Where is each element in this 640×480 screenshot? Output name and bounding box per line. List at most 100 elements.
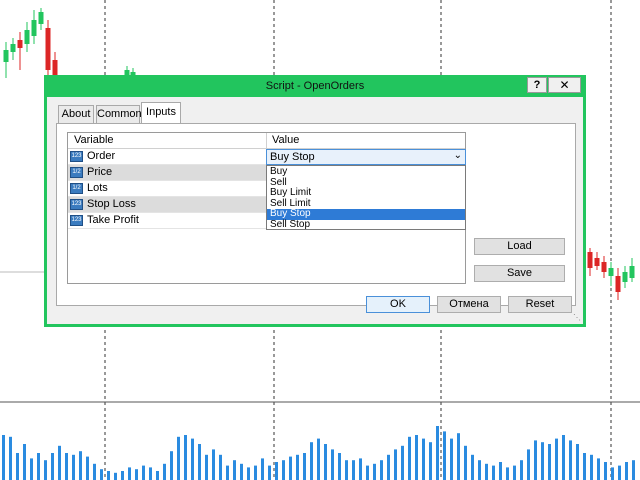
volume-bar — [450, 438, 453, 480]
volume-bar — [247, 467, 250, 480]
volume-bar — [324, 444, 327, 480]
table-row[interactable]: 123 Take Profit — [68, 213, 267, 229]
volume-bar — [506, 467, 509, 480]
volume-bar — [625, 462, 628, 480]
table-row[interactable]: 1/2 Lots — [68, 181, 267, 197]
volume-bar — [597, 458, 600, 480]
inputs-table: Variable Value 123 Order 1/2 Price 1/2 L… — [67, 132, 466, 284]
volume-bar — [149, 467, 152, 480]
volume-bar — [2, 435, 5, 480]
volume-bar — [478, 460, 481, 480]
volume-bar — [142, 465, 145, 480]
volume-bar — [387, 454, 390, 480]
volume-bar — [555, 438, 558, 480]
chevron-down-icon: ⌄ — [453, 150, 462, 161]
candle-body — [10, 44, 16, 52]
reset-button[interactable]: Reset — [508, 296, 572, 313]
volume-bar — [107, 471, 110, 480]
volume-bar — [121, 471, 124, 480]
table-row[interactable]: 123 Stop Loss — [68, 197, 267, 213]
save-button[interactable]: Save — [474, 265, 565, 282]
volume-bar — [93, 463, 96, 480]
volume-bar — [289, 456, 292, 480]
help-button[interactable]: ? — [527, 77, 547, 93]
volume-bar — [9, 436, 12, 480]
dropdown-option-sell-stop[interactable]: Sell Stop — [267, 219, 465, 231]
close-button[interactable]: ✕ — [548, 77, 581, 93]
type-decimal-icon: 1/2 — [70, 167, 83, 178]
volume-bar — [541, 442, 544, 480]
script-dialog: Script - OpenOrders ? ✕ About Common Inp… — [44, 75, 586, 327]
volume-bar — [100, 469, 103, 480]
volume-bar — [359, 458, 362, 480]
volume-bar — [583, 453, 586, 480]
order-dropdown-list: Buy Sell Buy Limit Sell Limit Buy Stop S… — [266, 165, 466, 230]
table-row[interactable]: 1/2 Price — [68, 165, 267, 181]
volume-bar — [184, 435, 187, 480]
volume-bar — [331, 449, 334, 480]
volume-bar — [534, 440, 537, 480]
type-decimal-icon: 1/2 — [70, 183, 83, 194]
volume-bar — [618, 465, 621, 480]
tab-inputs[interactable]: Inputs — [141, 102, 181, 123]
volume-bar — [72, 454, 75, 480]
dropdown-option-buy-stop[interactable]: Buy Stop — [267, 209, 465, 220]
volume-bar — [345, 460, 348, 480]
type-123-icon: 123 — [70, 151, 83, 162]
candle-body — [52, 60, 58, 76]
column-header-variable[interactable]: Variable — [74, 134, 114, 146]
load-button[interactable]: Load — [474, 238, 565, 255]
volume-bar — [457, 433, 460, 480]
volume-histogram — [2, 426, 635, 480]
volume-bar — [303, 453, 306, 480]
volume-bar — [268, 465, 271, 480]
volume-bar — [163, 463, 166, 480]
title-bar[interactable]: Script - OpenOrders ? ✕ — [44, 75, 586, 97]
volume-bar — [156, 471, 159, 480]
candle-body — [24, 30, 30, 44]
volume-bar — [114, 472, 117, 480]
volume-bar — [499, 462, 502, 480]
resize-grip-icon[interactable]: ⋱ — [573, 313, 581, 322]
table-row[interactable]: 123 Order — [68, 149, 267, 165]
candle-body — [608, 268, 614, 276]
ok-button[interactable]: OK — [366, 296, 430, 313]
candle-body — [587, 252, 593, 268]
volume-bar — [611, 467, 614, 480]
volume-bar — [254, 465, 257, 480]
dialog-client-area: About Common Inputs Variable Value 123 O… — [47, 97, 583, 324]
volume-bar — [282, 460, 285, 480]
candle-body — [594, 258, 600, 266]
volume-bar — [548, 444, 551, 480]
volume-bar — [30, 458, 33, 480]
volume-bar — [177, 436, 180, 480]
volume-bar — [373, 463, 376, 480]
volume-bar — [576, 444, 579, 480]
volume-bar — [128, 467, 131, 480]
variable-label: Order — [87, 150, 116, 162]
table-header: Variable Value — [68, 133, 465, 149]
volume-bar — [226, 465, 229, 480]
tab-common[interactable]: Common — [96, 105, 142, 123]
cancel-button[interactable]: Отмена — [437, 296, 501, 313]
volume-bar — [205, 454, 208, 480]
volume-bar — [86, 456, 89, 480]
volume-bar — [492, 465, 495, 480]
inputs-panel: Variable Value 123 Order 1/2 Price 1/2 L… — [56, 123, 576, 306]
column-header-value[interactable]: Value — [272, 134, 299, 146]
volume-bar — [422, 438, 425, 480]
order-select[interactable]: Buy Stop ⌄ — [266, 149, 466, 165]
dropdown-option-buy[interactable]: Buy — [267, 167, 465, 178]
volume-bar — [366, 465, 369, 480]
volume-bar — [443, 431, 446, 480]
dropdown-option-buy-limit[interactable]: Buy Limit — [267, 188, 465, 199]
volume-bar — [296, 454, 299, 480]
volume-bar — [240, 463, 243, 480]
volume-bar — [471, 454, 474, 480]
volume-bar — [429, 442, 432, 480]
tab-about[interactable]: About — [58, 105, 94, 123]
volume-bar — [170, 451, 173, 480]
volume-bar — [338, 453, 341, 480]
volume-bar — [604, 462, 607, 480]
volume-bar — [464, 445, 467, 480]
